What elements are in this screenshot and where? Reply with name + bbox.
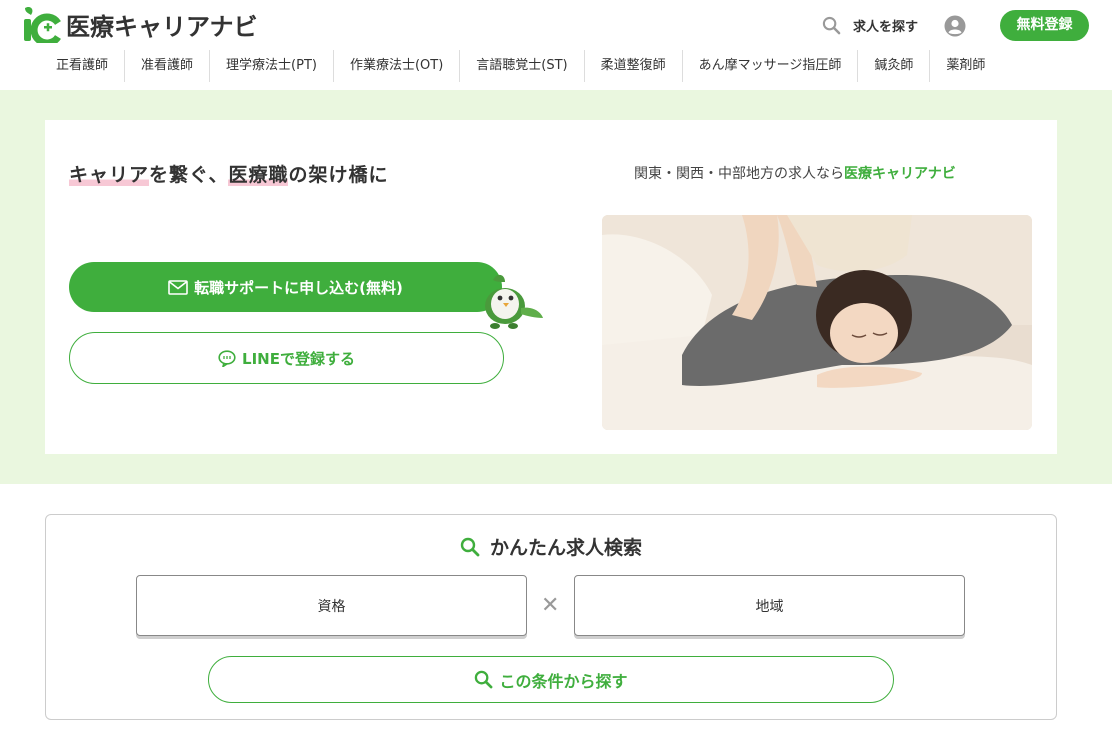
logo-mark-icon <box>24 6 61 43</box>
area-select[interactable]: 地域 <box>574 575 965 636</box>
subline-brand: 医療キャリアナビ <box>844 166 956 182</box>
hero-card: キャリアを繋ぐ、医療職の架け橋に 関東・関西・中部地方の求人なら医療キャリアナビ… <box>45 120 1057 454</box>
tagline-text-end: の架け橋に <box>288 164 389 186</box>
nav-item-speech-therapist[interactable]: 言語聴覚士(ST) <box>459 50 583 82</box>
tagline-text: を繋ぐ、 <box>149 164 229 186</box>
subline-prefix: 関東・関西・中部地方の求人なら <box>634 166 844 182</box>
free-register-button[interactable]: 無料登録 <box>1000 10 1089 41</box>
header-actions: 求人を探す 無料登録 <box>822 10 1089 41</box>
nav-item-assistant-nurse[interactable]: 准看護師 <box>124 50 209 82</box>
profession-nav: 正看護師 准看護師 理学療法士(PT) 作業療法士(OT) 言語聴覚士(ST) … <box>40 50 1001 82</box>
search-icon <box>475 670 493 689</box>
apply-support-button[interactable]: 転職サポートに申し込む(無料) <box>69 262 502 312</box>
apply-support-label: 転職サポートに申し込む(無料) <box>194 278 403 297</box>
times-icon: ✕ <box>541 593 560 618</box>
nav-item-pharmacist[interactable]: 薬剤師 <box>929 50 1001 82</box>
quick-search-title-text: かんたん求人検索 <box>489 537 642 559</box>
site-header: 医療キャリアナビ 求人を探す 無料登録 正看護師 准看護師 理学療法士(PT) … <box>0 0 1112 90</box>
logo-name: 医療キャリアナビ <box>66 12 258 41</box>
nav-item-occupational-therapist[interactable]: 作業療法士(OT) <box>332 50 459 82</box>
hero-subline: 関東・関西・中部地方の求人なら医療キャリアナビ <box>634 163 956 183</box>
nav-item-massage-therapist[interactable]: あん摩マッサージ指圧師 <box>681 50 858 82</box>
search-icon <box>822 16 841 35</box>
nav-item-judo-therapist[interactable]: 柔道整復師 <box>583 50 682 82</box>
line-register-button[interactable]: LINEで登録する <box>69 332 504 384</box>
job-search-link[interactable]: 求人を探す <box>822 16 918 35</box>
site-logo[interactable]: 医療キャリアナビ <box>22 5 258 43</box>
line-chat-icon <box>218 349 236 367</box>
nav-item-physical-therapist[interactable]: 理学療法士(PT) <box>209 50 333 82</box>
search-icon <box>460 537 480 556</box>
hero-tagline: キャリアを繋ぐ、医療職の架け橋に <box>69 160 388 187</box>
area-select-label: 地域 <box>755 598 784 615</box>
nav-item-acupuncturist[interactable]: 鍼灸師 <box>857 50 929 82</box>
job-search-label: 求人を探す <box>852 20 918 35</box>
tagline-highlight-career: キャリア <box>69 164 150 186</box>
qualification-select[interactable]: 資格 <box>136 575 527 636</box>
quick-search-card: かんたん求人検索 資格 ✕ 地域 この条件から探す <box>45 514 1057 720</box>
quick-search-title: かんたん求人検索 <box>46 533 1056 560</box>
nav-item-registered-nurse[interactable]: 正看護師 <box>40 50 124 82</box>
mail-icon <box>168 279 188 295</box>
line-register-label: LINEで登録する <box>242 349 355 368</box>
qualification-select-label: 資格 <box>317 598 346 615</box>
hero-massage-photo <box>602 215 1032 430</box>
account-icon[interactable] <box>944 15 966 37</box>
search-submit-label: この条件から探す <box>499 671 628 691</box>
tagline-highlight-medical: 医療職 <box>228 164 289 186</box>
search-submit-button[interactable]: この条件から探す <box>208 656 894 703</box>
bird-mascot-icon <box>485 274 543 329</box>
